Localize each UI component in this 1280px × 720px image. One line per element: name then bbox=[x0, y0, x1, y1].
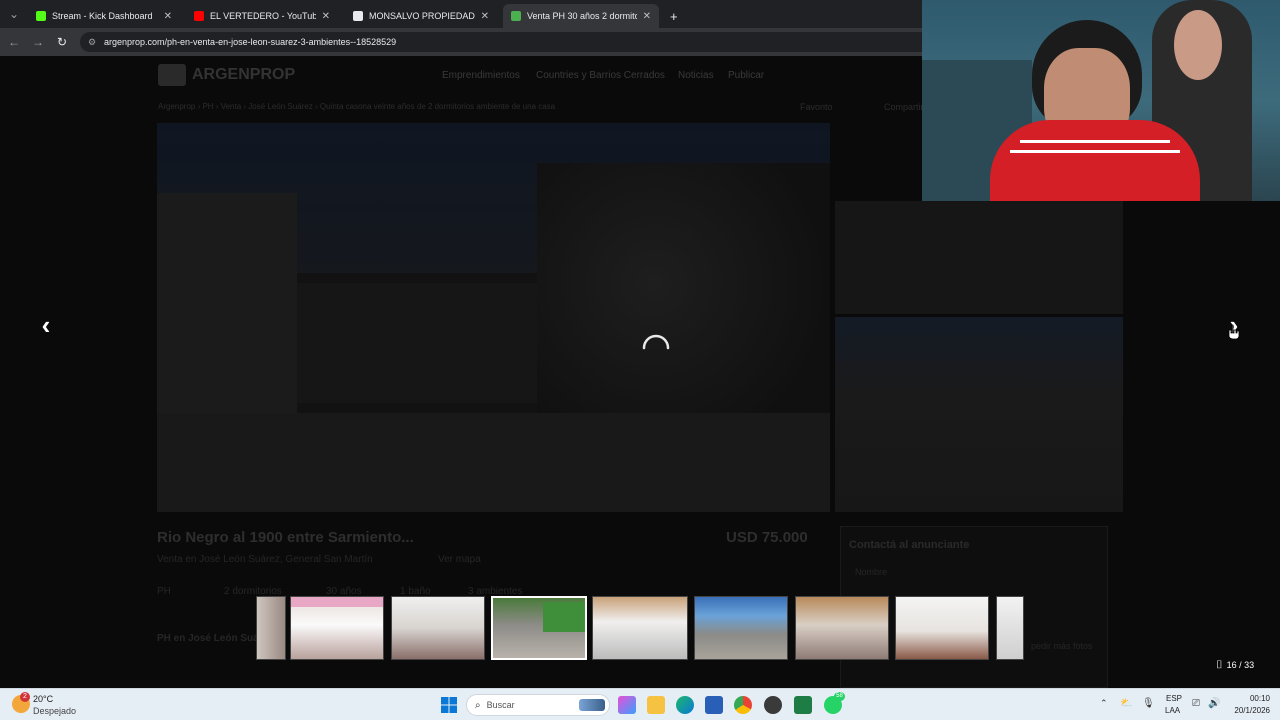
language-bottom[interactable]: LAA bbox=[1165, 706, 1180, 715]
thumbnail-light-strip bbox=[291, 597, 383, 607]
gallery-prev-button[interactable]: ‹ bbox=[36, 312, 56, 338]
weather-temp: 20°C bbox=[33, 694, 54, 704]
photo-ground bbox=[157, 413, 830, 512]
tray-overflow-icon[interactable]: ⌃ bbox=[1100, 698, 1108, 709]
side-photo-bottom[interactable] bbox=[835, 317, 1123, 512]
nav-publicar[interactable]: Publicar bbox=[728, 70, 764, 81]
nav-emprendimientos[interactable]: Emprendimientos bbox=[442, 70, 520, 81]
breadcrumb[interactable]: Argenprop › PH › Venta › José León Suáre… bbox=[158, 102, 555, 111]
close-icon[interactable]: ✕ bbox=[164, 11, 172, 22]
camera-icon: ⌷ bbox=[1216, 658, 1223, 671]
gallery-thumbnail-selected[interactable] bbox=[491, 596, 587, 660]
tray-app-icon[interactable]: ⛅ bbox=[1120, 698, 1132, 709]
main-photo[interactable] bbox=[157, 123, 830, 512]
obs-icon[interactable] bbox=[764, 696, 782, 714]
forward-icon[interactable]: → bbox=[30, 34, 46, 50]
favorite-button[interactable]: Favorito bbox=[800, 102, 833, 112]
tab-title: Stream - Kick Dashboard bbox=[52, 11, 153, 21]
copilot-icon[interactable] bbox=[618, 696, 636, 714]
argenprop-icon bbox=[511, 11, 521, 21]
gallery-thumbnail[interactable] bbox=[290, 596, 384, 660]
gallery-thumbnail[interactable] bbox=[694, 596, 788, 660]
close-icon[interactable]: ✕ bbox=[481, 11, 489, 22]
listing-location: Venta en José León Suárez, General San M… bbox=[157, 554, 373, 565]
site-info-icon[interactable]: ⚙ bbox=[88, 37, 98, 47]
language-top[interactable]: ESP bbox=[1166, 694, 1182, 703]
close-icon[interactable]: ✕ bbox=[643, 11, 651, 22]
volume-icon[interactable]: 🔊 bbox=[1208, 698, 1220, 709]
search-highlight-icon bbox=[579, 699, 605, 711]
side-photo-top[interactable] bbox=[835, 201, 1123, 314]
tab-title: EL VERTEDERO - YouTube bbox=[210, 11, 316, 21]
excel-icon[interactable] bbox=[794, 696, 812, 714]
tab-youtube[interactable]: EL VERTEDERO - YouTube ✕ bbox=[186, 4, 338, 28]
file-explorer-icon[interactable] bbox=[647, 696, 665, 714]
youtube-icon bbox=[194, 11, 204, 21]
gallery-thumbnail[interactable] bbox=[895, 596, 989, 660]
see-map-link[interactable]: Ver mapa bbox=[438, 554, 481, 565]
gallery-thumbnail[interactable] bbox=[256, 596, 286, 660]
chrome-icon[interactable] bbox=[734, 696, 752, 714]
whatsapp-badge: 58 bbox=[834, 692, 845, 701]
search-icon: ⌕ bbox=[475, 699, 481, 711]
tab-title: MONSALVO PROPIEDADES - Re bbox=[369, 11, 475, 21]
clock-date[interactable]: 20/1/2026 bbox=[1222, 706, 1270, 715]
tab-argenprop[interactable]: Venta PH 30 años 2 dormitorio ✕ bbox=[503, 4, 659, 28]
share-button[interactable]: Compartir bbox=[884, 102, 924, 112]
tab-title: Venta PH 30 años 2 dormitorio bbox=[527, 11, 637, 21]
microphone-icon[interactable]: 🎙 bbox=[1142, 698, 1155, 709]
back-icon[interactable]: ← bbox=[6, 34, 22, 50]
loading-spinner-icon bbox=[642, 334, 670, 350]
contact-heading: Contactá al anunciante bbox=[849, 539, 970, 551]
contact-name-field[interactable]: Nombre bbox=[855, 567, 887, 577]
reload-icon[interactable]: ↻ bbox=[54, 34, 70, 50]
shirt-stripe bbox=[1020, 140, 1170, 143]
argenprop-logo-icon bbox=[158, 64, 186, 86]
photo-counter: ⌷ 16 / 33 bbox=[1216, 658, 1254, 672]
url-text: argenprop.com/ph-en-venta-en-jose-leon-s… bbox=[104, 37, 397, 47]
gallery-thumbnail[interactable] bbox=[391, 596, 485, 660]
clock-time[interactable]: 00:10 bbox=[1236, 694, 1270, 703]
webcam-overlay bbox=[922, 0, 1280, 201]
notification-badge: 2 bbox=[20, 692, 30, 702]
new-tab-button[interactable]: + bbox=[662, 4, 682, 28]
contact-extra-text: pedir más fotos bbox=[1031, 641, 1093, 651]
webcam-red-shirt bbox=[990, 120, 1200, 201]
windows-start-icon[interactable] bbox=[440, 696, 458, 714]
address-bar[interactable]: ⚙ argenprop.com/ph-en-venta-en-jose-leon… bbox=[80, 32, 940, 52]
close-icon[interactable]: ✕ bbox=[322, 11, 330, 22]
gallery-thumbnail[interactable] bbox=[592, 596, 688, 660]
taskbar-search-box[interactable]: ⌕ Buscar bbox=[466, 694, 610, 716]
store-icon[interactable] bbox=[705, 696, 723, 714]
search-placeholder: Buscar bbox=[486, 700, 515, 710]
webcam-face bbox=[1174, 10, 1222, 80]
shirt-stripe bbox=[1010, 150, 1180, 153]
edge-icon[interactable] bbox=[676, 696, 694, 714]
windows-logo-icon bbox=[441, 697, 457, 713]
weather-desc: Despejado bbox=[33, 706, 77, 716]
feature-type: PH bbox=[157, 586, 171, 597]
windows-taskbar: 2 20°C Despejado ⌕ Buscar 58 ⌃ ⛅ 🎙 ESP L… bbox=[0, 688, 1280, 720]
thumbnail-tree bbox=[543, 602, 585, 632]
site-icon bbox=[353, 11, 363, 21]
nav-countries[interactable]: Countries y Barrios Cerrados bbox=[536, 70, 665, 81]
gallery-thumbnail[interactable] bbox=[795, 596, 889, 660]
gallery-thumbnail[interactable] bbox=[996, 596, 1024, 660]
tab-monsalvo[interactable]: MONSALVO PROPIEDADES - Re ✕ bbox=[345, 4, 497, 28]
nav-noticias[interactable]: Noticias bbox=[678, 70, 714, 81]
site-logo[interactable]: ARGENPROP bbox=[192, 66, 295, 84]
photo-counter-text: 16 / 33 bbox=[1226, 660, 1255, 670]
tab-kick[interactable]: Stream - Kick Dashboard ✕ bbox=[28, 4, 180, 28]
listing-price: USD 75.000 bbox=[726, 529, 808, 546]
tab-search-icon[interactable]: ⌄ bbox=[6, 6, 22, 22]
listing-title: Rio Negro al 1900 entre Sarmiento... bbox=[157, 529, 414, 546]
kick-icon bbox=[36, 11, 46, 21]
hand-cursor-icon bbox=[1228, 324, 1240, 340]
network-icon[interactable]: ⎚ bbox=[1192, 698, 1200, 709]
